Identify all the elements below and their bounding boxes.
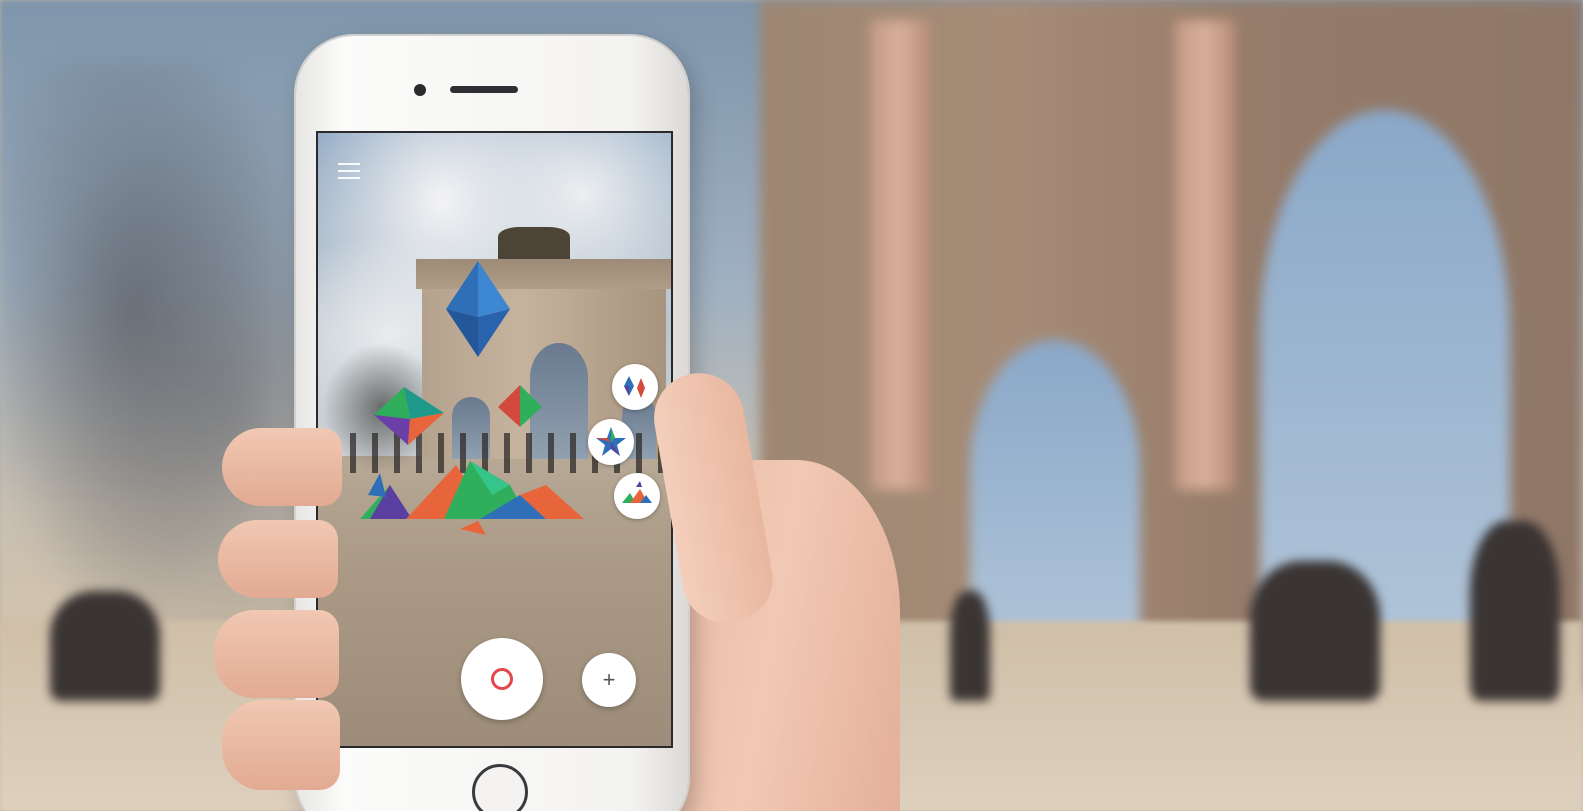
record-button[interactable] [461, 638, 543, 720]
arch-column [870, 20, 930, 490]
arch-statue [498, 227, 570, 259]
plus-icon: + [602, 667, 616, 692]
home-button[interactable] [472, 764, 528, 811]
finger [222, 700, 340, 790]
diamonds-icon [624, 376, 645, 398]
palette-mountains-button[interactable] [614, 473, 660, 519]
background-people [950, 591, 990, 701]
record-icon [491, 668, 513, 690]
background-people [1470, 521, 1560, 701]
finger [214, 610, 339, 698]
arch-column [1175, 20, 1235, 490]
palette-diamonds-button[interactable] [612, 364, 658, 410]
background-people [50, 591, 160, 701]
background-people [1250, 561, 1380, 701]
photo-scene: + [0, 0, 1583, 811]
palette-star-button[interactable] [588, 419, 634, 465]
ar-colored-mountain[interactable] [360, 455, 590, 535]
menu-line [338, 177, 360, 179]
finger [218, 520, 338, 598]
ar-app-screen: + [316, 131, 673, 748]
mountains-icon [622, 481, 652, 503]
ar-blue-octahedron[interactable] [446, 261, 510, 357]
star-icon [596, 427, 626, 456]
hamburger-menu-icon[interactable] [338, 163, 362, 181]
menu-line [338, 163, 360, 165]
ar-small-pyramid[interactable] [498, 385, 542, 427]
front-camera [414, 84, 426, 96]
menu-line [338, 170, 360, 172]
finger [222, 428, 342, 506]
ar-green-pyramid[interactable] [374, 387, 444, 445]
add-shape-button[interactable]: + [582, 653, 636, 707]
earpiece-speaker [450, 86, 518, 93]
